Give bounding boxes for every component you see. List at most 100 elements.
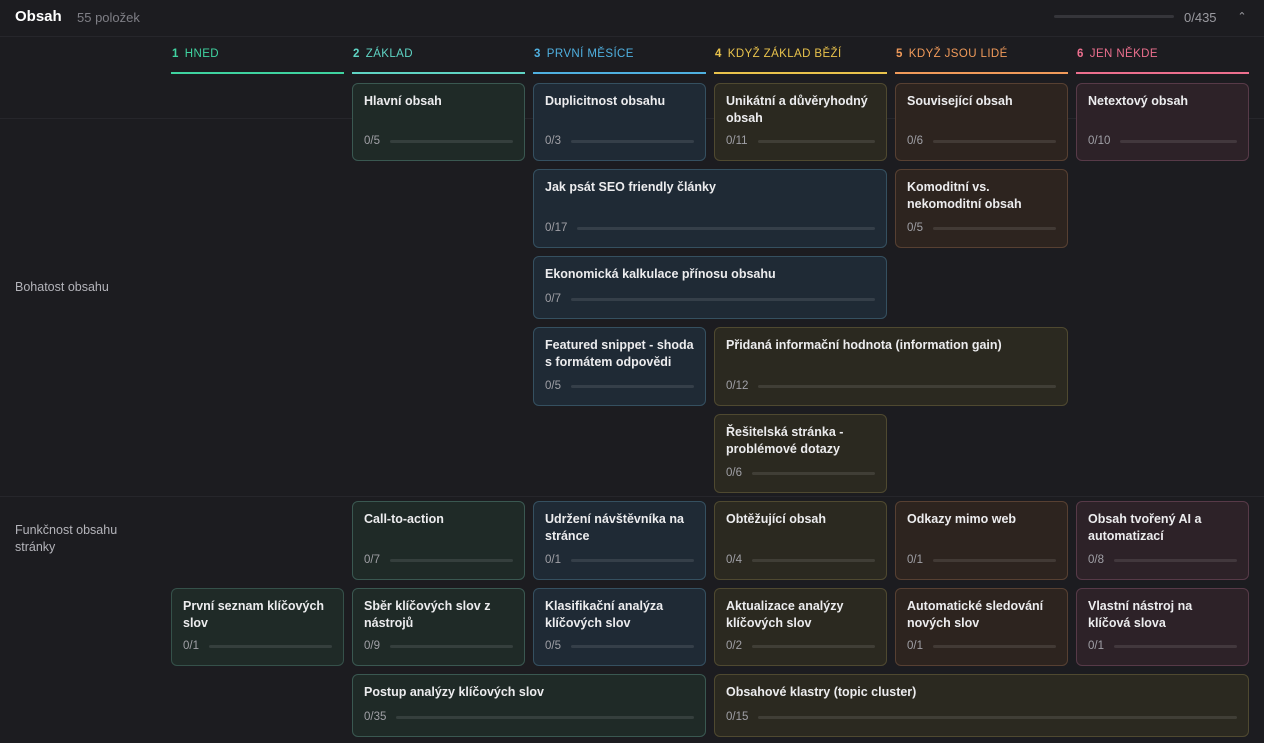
column-header-5: 5 KDYŽ JSOU LIDÉ [895,48,1068,74]
card-seo-friendly-clanky[interactable]: Jak psát SEO friendly články 0/17 [533,169,887,248]
card-progress-text: 0/7 [364,554,380,566]
card-title: Netextový obsah [1088,94,1189,108]
card-information-gain[interactable]: Přidaná informační hodnota (information … [714,327,1068,406]
column-label: KDYŽ ZÁKLAD BĚŽÍ [727,48,842,60]
card-sber-klicovych-slov[interactable]: Sběr klíčových slov z nástrojů 0/9 [352,588,525,666]
card-progress: 0/10 [1088,135,1237,147]
card-progress-bar [577,227,875,230]
card-progress: 0/1 [1088,640,1237,652]
card-unikatni-obsah[interactable]: Unikátní a důvěryhodný obsah 0/11 [714,83,887,161]
card-title: Featured snippet - shoda s formátem odpo… [545,338,694,369]
column-header-6: 6 JEN NĚKDE [1076,48,1249,74]
card-progress-text: 0/15 [726,711,749,723]
card-progress: 0/5 [545,640,694,652]
card-featured-snippet[interactable]: Featured snippet - shoda s formátem odpo… [533,327,706,406]
divider [0,496,1264,497]
column-label: ZÁKLAD [365,48,413,60]
card-progress: 0/7 [545,293,875,305]
card-klasifikacni-analyza[interactable]: Klasifikační analýza klíčových slov 0/5 [533,588,706,666]
card-komoditni-obsah[interactable]: Komoditní vs. nekomoditní obsah 0/5 [895,169,1068,248]
card-progress-bar [209,645,332,648]
card-title: Klasifikační analýza klíčových slov [545,599,664,630]
card-title: Jak psát SEO friendly články [545,180,716,194]
card-progress-text: 0/4 [726,554,742,566]
card-title: Odkazy mimo web [907,512,1017,526]
card-progress: 0/15 [726,711,1237,723]
card-title: Přidaná informační hodnota (information … [726,338,1002,352]
column-underline [533,72,706,74]
card-progress-text: 0/2 [726,640,742,652]
card-progress-bar [933,645,1056,648]
card-progress: 0/4 [726,554,875,566]
card-progress: 0/17 [545,222,875,234]
card-progress-text: 0/9 [364,640,380,652]
card-progress-bar [933,227,1056,230]
item-count: 55 položek [77,10,140,25]
card-postup-analyzy[interactable]: Postup analýzy klíčových slov 0/35 [352,674,706,737]
card-progress-text: 0/1 [183,640,199,652]
card-souvisejici-obsah[interactable]: Související obsah 0/6 [895,83,1068,161]
card-title: Hlavní obsah [364,94,442,108]
column-underline [895,72,1068,74]
column-label: JEN NĚKDE [1089,48,1158,60]
card-progress-text: 0/8 [1088,554,1104,566]
card-vlastni-nastroj[interactable]: Vlastní nástroj na klíčová slova 0/1 [1076,588,1249,666]
column-number: 3 [534,48,541,60]
card-progress-bar [1120,140,1237,143]
card-obsah-ai[interactable]: Obsah tvořený AI a automatizací 0/8 [1076,501,1249,580]
card-title: Sběr klíčových slov z nástrojů [364,599,491,630]
card-hlavni-obsah[interactable]: Hlavní obsah 0/5 [352,83,525,161]
card-duplicitnost-obsahu[interactable]: Duplicitnost obsahu 0/3 [533,83,706,161]
card-resitelska-stranka[interactable]: Řešitelská stránka - problémové dotazy 0… [714,414,887,493]
card-progress: 0/1 [545,554,694,566]
row-label-funkcnost: Funkčnost obsahu stránky [15,523,118,554]
card-obsahove-klastry[interactable]: Obsahové klastry (topic cluster) 0/15 [714,674,1249,737]
card-prvni-seznam-klicovych-slov[interactable]: První seznam klíčových slov 0/1 [171,588,344,666]
card-progress: 0/6 [907,135,1056,147]
card-title: Postup analýzy klíčových slov [364,685,544,699]
card-automaticke-sledovani[interactable]: Automatické sledování nových slov 0/1 [895,588,1068,666]
card-aktualizace-analyzy[interactable]: Aktualizace analýzy klíčových slov 0/2 [714,588,887,666]
section-title: Obsah [15,8,62,25]
card-obtezujici-obsah[interactable]: Obtěžující obsah 0/4 [714,501,887,580]
column-header-1: 1 HNED [171,48,344,74]
card-title: Aktualizace analýzy klíčových slov [726,599,844,630]
chevron-up-icon[interactable]: ⌃ [1235,10,1249,24]
column-header-4: 4 KDYŽ ZÁKLAD BĚŽÍ [714,48,887,74]
card-progress-text: 0/5 [545,380,561,392]
card-progress: 0/1 [183,640,332,652]
card-progress-text: 0/5 [364,135,380,147]
column-number: 1 [172,48,179,60]
card-progress-text: 0/35 [364,711,387,723]
card-progress-bar [571,140,694,143]
card-progress-text: 0/1 [545,554,561,566]
card-netextovy-obsah[interactable]: Netextový obsah 0/10 [1076,83,1249,161]
card-title: Komoditní vs. nekomoditní obsah [907,180,1022,211]
card-progress-bar [390,140,513,143]
card-progress: 0/6 [726,467,875,479]
card-progress-bar [1114,645,1237,648]
card-title: Call-to-action [364,512,444,526]
card-progress-bar [396,716,694,719]
card-progress: 0/5 [364,135,513,147]
card-ekonomicka-kalkulace[interactable]: Ekonomická kalkulace přínosu obsahu 0/7 [533,256,887,319]
card-udrzeni-navstevnika[interactable]: Udržení návštěvníka na stránce 0/1 [533,501,706,580]
card-progress-text: 0/5 [545,640,561,652]
card-progress: 0/35 [364,711,694,723]
card-title: Související obsah [907,94,1013,108]
card-progress: 0/11 [726,135,875,147]
card-progress-bar [933,559,1056,562]
column-header-3: 3 PRVNÍ MĚSÍCE [533,48,706,74]
card-odkazy-mimo-web[interactable]: Odkazy mimo web 0/1 [895,501,1068,580]
card-progress-bar [752,472,875,475]
column-label: KDYŽ JSOU LIDÉ [908,48,1008,60]
card-title: První seznam klíčových slov [183,599,325,630]
card-progress-text: 0/6 [907,135,923,147]
card-progress: 0/1 [907,554,1056,566]
card-progress-bar [390,559,513,562]
card-call-to-action[interactable]: Call-to-action 0/7 [352,501,525,580]
card-progress-text: 0/12 [726,380,749,392]
card-progress-bar [571,385,694,388]
card-progress-text: 0/7 [545,293,561,305]
section-header: Obsah 55 položek 0/435 ⌃ [0,0,1264,36]
